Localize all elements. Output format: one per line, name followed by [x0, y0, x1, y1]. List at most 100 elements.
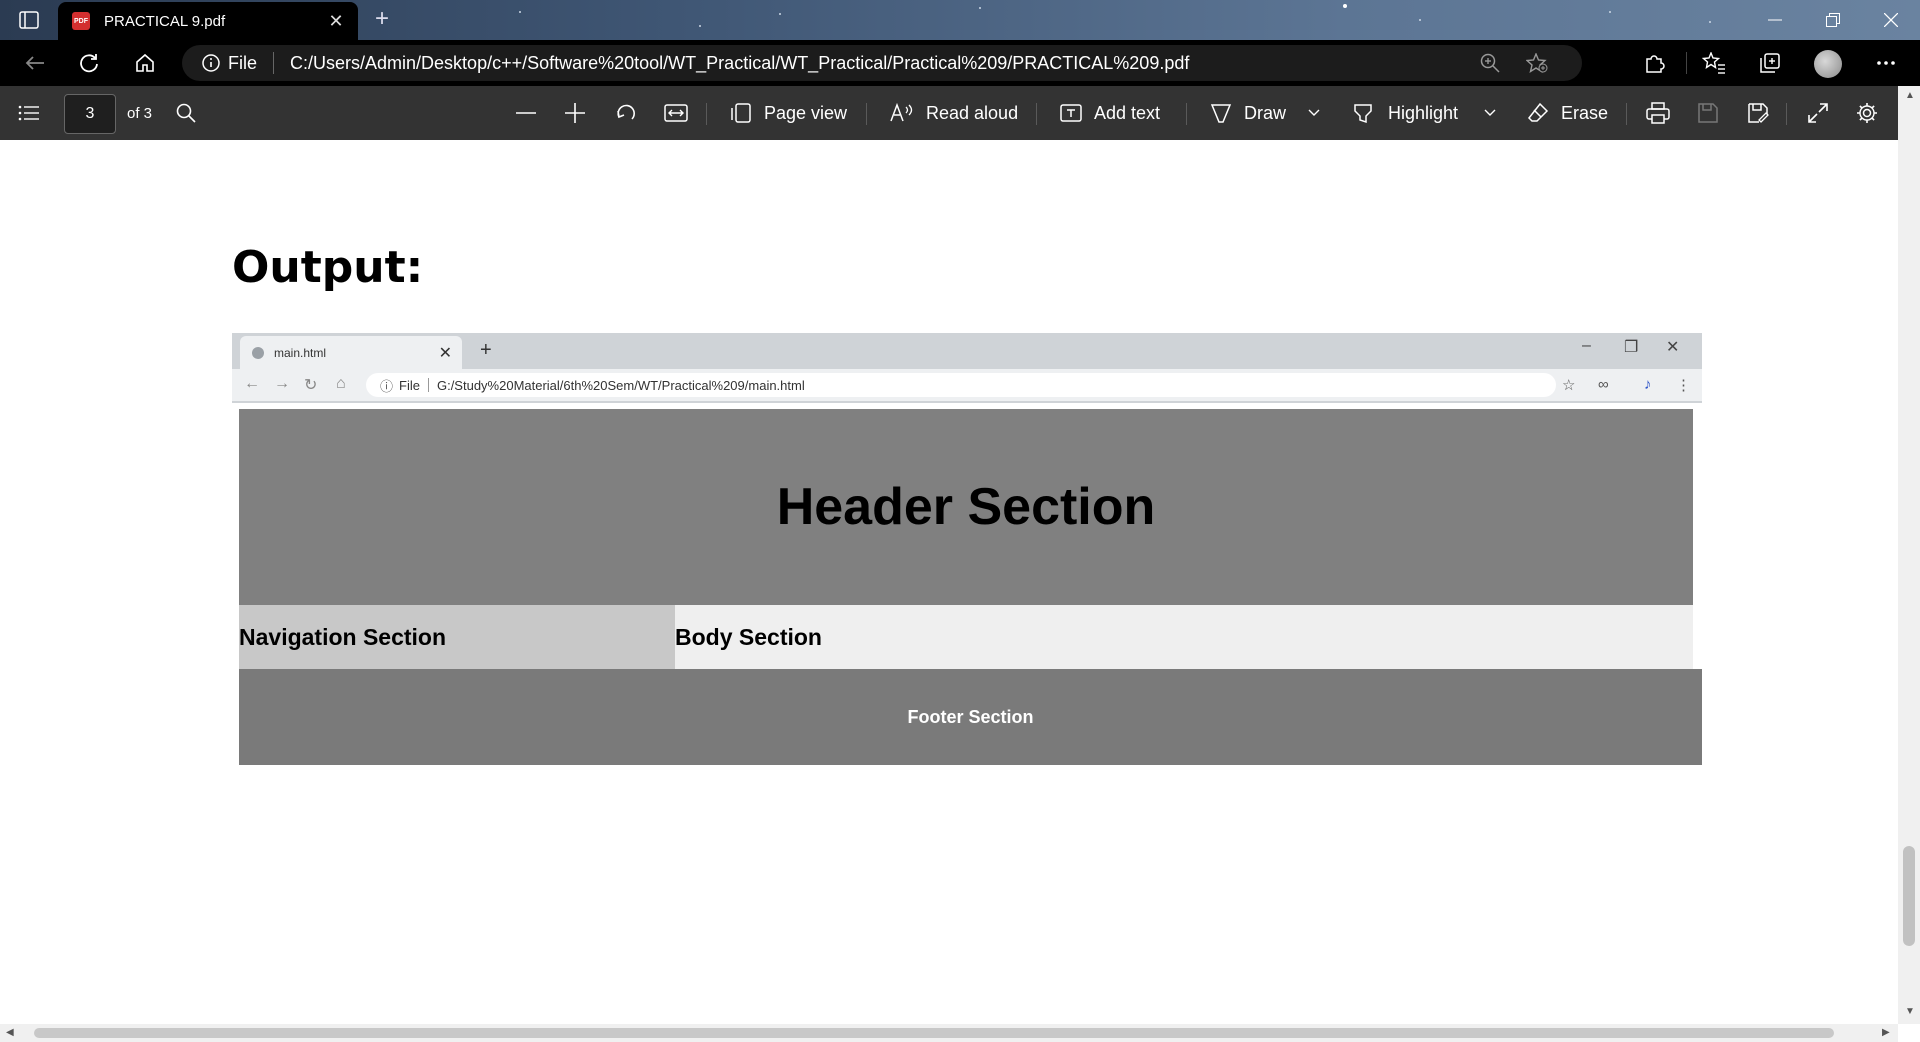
pdf-icon: PDF: [72, 12, 90, 30]
horizontal-scrollbar[interactable]: ◀ ▶: [0, 1024, 1898, 1042]
zoom-out-button[interactable]: [516, 86, 536, 140]
add-text-label: Add text: [1094, 102, 1161, 123]
minimize-icon: –: [1582, 337, 1591, 354]
scroll-right-icon[interactable]: ▶: [1882, 1027, 1890, 1038]
save-button[interactable]: [1697, 86, 1719, 140]
refresh-button[interactable]: [72, 47, 106, 79]
toolbar-divider: [1186, 103, 1187, 125]
pen-icon: [1210, 104, 1232, 123]
fullscreen-button[interactable]: [1807, 86, 1829, 140]
screenshot-tab-bar: main.html ✕ + – ❐ ✕: [232, 333, 1702, 369]
url-scheme-label: File: [228, 52, 258, 73]
toolbar-divider: [1686, 52, 1687, 74]
gear-icon: [1857, 103, 1877, 123]
toolbar-divider: [866, 103, 867, 125]
header-section-text: Header Section: [776, 478, 1156, 536]
text-box-icon: [1060, 104, 1082, 122]
close-tab-icon[interactable]: ✕: [322, 11, 350, 32]
output-heading: Output:: [232, 242, 424, 293]
erase-button[interactable]: Erase: [1527, 86, 1608, 140]
embedded-browser-screenshot: main.html ✕ + – ❐ ✕ ← → ↻ ⌂ ⓘ File G:/St…: [232, 333, 1702, 770]
search-icon: [176, 103, 196, 123]
page-count-label: of 3: [127, 104, 153, 122]
chevron-down-icon: [1484, 109, 1496, 116]
sidebar-toggle-button[interactable]: [14, 8, 44, 32]
add-text-button[interactable]: Add text: [1060, 86, 1160, 140]
screenshot-url-scheme: File: [399, 377, 420, 393]
read-aloud-icon: [890, 103, 913, 122]
close-icon: ✕: [438, 344, 452, 362]
minimize-button[interactable]: [1746, 0, 1804, 40]
info-icon: [202, 54, 220, 72]
puzzle-icon: [1646, 55, 1665, 73]
draw-options-button[interactable]: [1308, 86, 1320, 140]
scroll-up-icon[interactable]: ▲: [1905, 90, 1915, 101]
read-aloud-button[interactable]: Read aloud: [890, 86, 1018, 140]
collections-icon: [1760, 53, 1780, 73]
toolbar-divider: [706, 103, 707, 125]
home-icon: ⌂: [336, 375, 346, 392]
collections-button[interactable]: [1752, 47, 1788, 79]
add-favorite-icon[interactable]: [1526, 53, 1548, 73]
find-button[interactable]: [176, 86, 196, 140]
save-as-button[interactable]: [1747, 86, 1769, 140]
refresh-icon: ↻: [304, 377, 318, 394]
body-section: Body Section: [675, 605, 1693, 669]
page-view-button[interactable]: Page view: [730, 86, 847, 140]
highlight-options-button[interactable]: [1484, 86, 1496, 140]
close-icon: ✕: [1666, 339, 1680, 356]
url-text: C:/Users/Admin/Desktop/c++/Software%20to…: [290, 52, 1190, 73]
home-button[interactable]: [128, 47, 162, 79]
fit-width-button[interactable]: [664, 86, 688, 140]
screenshot-tab-title: main.html: [274, 345, 327, 360]
erase-label: Erase: [1561, 102, 1609, 123]
zoom-in-icon[interactable]: [1480, 53, 1500, 73]
minus-icon: [516, 112, 536, 114]
scroll-left-icon[interactable]: ◀: [6, 1027, 14, 1038]
screenshot-url-text: G:/Study%20Material/6th%20Sem/WT/Practic…: [436, 377, 805, 393]
infinity-icon: ∞: [1598, 376, 1609, 393]
expand-icon: [1808, 103, 1828, 123]
table-of-contents-button[interactable]: [18, 86, 40, 140]
info-icon: ⓘ: [380, 378, 394, 394]
restore-button[interactable]: [1804, 0, 1862, 40]
page-view-icon: [731, 103, 751, 123]
minimize-icon: [1768, 19, 1782, 21]
settings-more-button[interactable]: [1868, 47, 1904, 79]
scroll-down-icon[interactable]: ▼: [1905, 1006, 1915, 1017]
printer-icon: [1646, 102, 1670, 124]
back-button[interactable]: [18, 47, 52, 79]
extensions-button[interactable]: [1636, 47, 1672, 79]
highlighter-icon: [1354, 104, 1372, 124]
zoom-in-button[interactable]: [565, 86, 585, 140]
rotate-button[interactable]: [615, 86, 637, 140]
eraser-icon: [1527, 102, 1549, 122]
new-tab-button[interactable]: +: [368, 6, 396, 34]
url-separator: [427, 378, 429, 392]
print-button[interactable]: [1646, 86, 1670, 140]
vertical-scroll-thumb[interactable]: [1903, 846, 1915, 946]
highlight-button[interactable]: Highlight: [1352, 86, 1458, 140]
browser-tab[interactable]: PDF PRACTICAL 9.pdf ✕: [58, 2, 358, 40]
draw-button[interactable]: Draw: [1210, 86, 1286, 140]
page-number-input[interactable]: 3: [64, 94, 116, 134]
address-bar: File C:/Users/Admin/Desktop/c++/Software…: [0, 40, 1920, 86]
back-arrow-icon: [25, 56, 44, 70]
favorites-list-icon: [1702, 52, 1725, 74]
favorites-button[interactable]: [1696, 47, 1732, 79]
close-window-button[interactable]: [1862, 0, 1920, 40]
horizontal-scroll-thumb[interactable]: [34, 1028, 1834, 1038]
tab-title: PRACTICAL 9.pdf: [104, 12, 226, 30]
pdf-settings-button[interactable]: [1856, 86, 1878, 140]
screenshot-address-bar: ← → ↻ ⌂ ⓘ File G:/Study%20Material/6th%2…: [232, 369, 1702, 403]
profile-avatar[interactable]: [1814, 50, 1842, 78]
chevron-down-icon: [1308, 109, 1320, 116]
rotate-icon: [617, 104, 635, 120]
vertical-scrollbar[interactable]: ▲ ▼: [1898, 86, 1920, 1024]
navigation-section: Navigation Section: [239, 605, 675, 669]
forward-arrow-icon: →: [274, 375, 290, 392]
plus-icon: +: [480, 339, 492, 361]
music-note-icon: ♪: [1644, 376, 1652, 393]
url-field[interactable]: File C:/Users/Admin/Desktop/c++/Software…: [182, 45, 1582, 81]
header-section: Header Section: [239, 409, 1693, 605]
